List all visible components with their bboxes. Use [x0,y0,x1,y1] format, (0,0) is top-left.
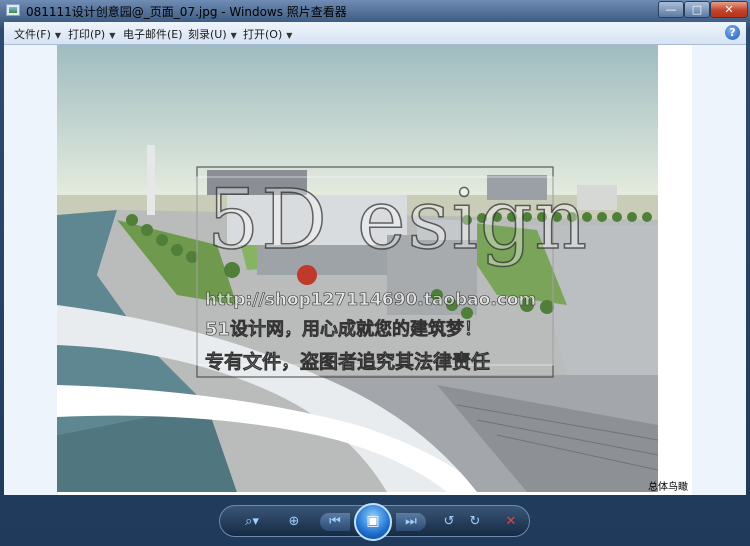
photo-viewer-app-icon[interactable] [6,4,20,16]
slideshow-button[interactable]: ▣ [354,503,392,541]
close-button[interactable]: ✕ [710,1,748,18]
next-button[interactable]: ⏭ [396,513,426,531]
viewer-toolbar: ⌕▾ ⊕ ⏮ ▣ ⏭ ↺ ↻ ✕ [219,503,530,541]
dropdown-arrow-icon: ▼ [286,31,293,40]
rotate-clockwise-button[interactable]: ↻ [466,513,484,531]
rotate-counterclockwise-button[interactable]: ↺ [440,513,458,531]
watermark-slogan: 51设计网，用心成就您的建筑梦！ [205,319,483,341]
menu-print-label: 打印(P) [68,28,106,41]
watermark-warning: 专有文件，盗图者追究其法律责任 [205,351,491,374]
maximize-button[interactable]: □ [684,1,710,18]
menu-open-label: 打开(O) [243,28,283,41]
watermark-url: http://shop127114690.taobao.com [205,290,537,311]
delete-button[interactable]: ✕ [502,513,520,531]
menu-file[interactable]: 文件(F) ▼ [14,26,61,42]
dropdown-arrow-icon: ▼ [109,31,116,40]
menu-print[interactable]: 打印(P) ▼ [68,26,115,42]
aerial-rendering [57,45,658,492]
right-margin [692,45,746,495]
help-icon[interactable]: ? [725,25,740,40]
left-margin [4,45,58,495]
menu-email[interactable]: 电子邮件(E) [123,26,183,42]
menu-file-label: 文件(F) [14,28,51,41]
title-bar[interactable]: 081111设计创意园@_页面_07.jpg - Windows 照片查看器 —… [0,0,750,22]
menu-burn-label: 刻录(U) [188,28,227,41]
actual-size-button[interactable]: ⊕ [284,513,304,531]
dropdown-arrow-icon: ▼ [54,31,62,40]
menu-open[interactable]: 打开(O) ▼ [243,26,292,42]
window-title: 081111设计创意园@_页面_07.jpg - Windows 照片查看器 [26,5,347,19]
image-caption: 总体鸟瞰 [648,482,688,493]
zoom-button[interactable]: ⌕▾ [238,513,266,531]
menu-email-label: 电子邮件(E) [123,28,183,41]
menu-bar: 文件(F) ▼ 打印(P) ▼ 电子邮件(E) 刻录(U) ▼ 打开(O) ▼ ? [4,22,746,45]
watermark-logo: 5D esign [206,172,590,269]
dropdown-arrow-icon: ▼ [230,31,237,40]
menu-burn[interactable]: 刻录(U) ▼ [188,26,237,42]
previous-button[interactable]: ⏮ [320,513,350,531]
displayed-photo: 5D esign http://shop127114690.taobao.com… [57,45,658,492]
photo-viewer-window: 081111设计创意园@_页面_07.jpg - Windows 照片查看器 —… [0,0,750,546]
minimize-button[interactable]: — [658,1,684,18]
